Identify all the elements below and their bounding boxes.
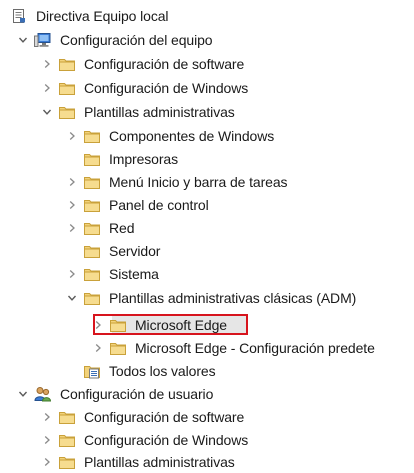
tree-node-label: Microsoft Edge - Configuración predete — [135, 339, 375, 356]
chevron-right-icon[interactable] — [65, 198, 79, 212]
tree-node-network[interactable]: Red — [0, 216, 414, 239]
tree-node-label: Menú Inicio y barra de tareas — [109, 173, 288, 190]
tree-node-user-config[interactable]: Configuración de usuario — [0, 382, 414, 405]
chevron-down-icon[interactable] — [16, 387, 30, 401]
tree-node-label: Configuración de Windows — [84, 79, 249, 96]
folder-icon — [58, 432, 76, 448]
chevron-right-icon[interactable] — [40, 433, 54, 447]
chevron-right-icon[interactable] — [65, 267, 79, 281]
tree-node-label: Red — [109, 219, 135, 236]
tree-node-microsoft-edge-defaults[interactable]: Microsoft Edge - Configuración predete — [0, 336, 414, 359]
chevron-right-icon[interactable] — [40, 57, 54, 71]
chevron-right-icon[interactable] — [65, 221, 79, 235]
tree-node-uc-windows[interactable]: Configuración de Windows — [0, 428, 414, 451]
tree-node-server[interactable]: Servidor — [0, 239, 414, 262]
tree-node-label: Componentes de Windows — [109, 127, 275, 144]
computer-icon — [34, 32, 52, 48]
chevron-right-icon[interactable] — [65, 129, 79, 143]
tree-node-label: Microsoft Edge — [135, 316, 227, 333]
tree-node-windows-components[interactable]: Componentes de Windows — [0, 124, 414, 147]
tree-node-label: Servidor — [109, 242, 161, 259]
chevron-right-icon[interactable] — [40, 81, 54, 95]
folder-icon — [83, 174, 101, 190]
folder-icon — [83, 151, 101, 167]
tree-node-computer-config[interactable]: Configuración del equipo — [0, 28, 414, 51]
folder-icon — [109, 340, 127, 356]
tree-node-cc-admin[interactable]: Plantillas administrativas — [0, 100, 414, 123]
tree-node-label: Configuración de software — [84, 408, 245, 425]
tree-node-label: Impresoras — [109, 150, 179, 167]
tree-node-label: Plantillas administrativas — [84, 103, 235, 120]
policy-document-icon — [10, 8, 28, 24]
tree-node-label: Panel de control — [109, 196, 209, 213]
folder-icon — [58, 80, 76, 96]
tree-node-all-settings[interactable]: Todos los valores — [0, 359, 414, 382]
folder-icon — [58, 409, 76, 425]
policy-tree: Directiva Equipo local Configuración del… — [0, 0, 414, 472]
tree-node-label: Plantillas administrativas clásicas (ADM… — [109, 289, 357, 306]
tree-node-classic-adm[interactable]: Plantillas administrativas clásicas (ADM… — [0, 286, 414, 309]
folder-icon — [83, 243, 101, 259]
chevron-down-icon[interactable] — [65, 291, 79, 305]
tree-node-label: Directiva Equipo local — [36, 7, 169, 24]
folder-icon — [58, 454, 76, 470]
chevron-right-icon[interactable] — [65, 175, 79, 189]
chevron-right-icon[interactable] — [91, 318, 105, 332]
tree-node-control-panel[interactable]: Panel de control — [0, 193, 414, 216]
chevron-right-icon[interactable] — [91, 341, 105, 355]
settings-list-icon — [83, 363, 101, 379]
tree-node-label: Configuración del equipo — [60, 31, 213, 48]
tree-node-label: Sistema — [109, 265, 159, 282]
folder-icon — [83, 128, 101, 144]
tree-node-label: Configuración de software — [84, 55, 245, 72]
folder-icon — [83, 290, 101, 306]
tree-node-printers[interactable]: Impresoras — [0, 147, 414, 170]
chevron-down-icon[interactable] — [40, 105, 54, 119]
tree-node-system[interactable]: Sistema — [0, 262, 414, 285]
tree-node-cc-software[interactable]: Configuración de software — [0, 52, 414, 75]
tree-node-cc-windows[interactable]: Configuración de Windows — [0, 76, 414, 99]
tree-node-label: Configuración de Windows — [84, 431, 249, 448]
tree-node-label: Configuración de usuario — [60, 385, 214, 402]
tree-node-label: Plantillas administrativas — [84, 453, 235, 470]
chevron-down-icon[interactable] — [16, 33, 30, 47]
folder-icon — [58, 104, 76, 120]
tree-node-start-menu[interactable]: Menú Inicio y barra de tareas — [0, 170, 414, 193]
tree-node-uc-admin[interactable]: Plantillas administrativas — [0, 450, 414, 473]
tree-node-root[interactable]: Directiva Equipo local — [0, 4, 414, 27]
chevron-right-icon[interactable] — [40, 455, 54, 469]
users-icon — [34, 386, 52, 402]
tree-node-label: Todos los valores — [109, 362, 216, 379]
folder-icon — [83, 220, 101, 236]
tree-node-uc-software[interactable]: Configuración de software — [0, 405, 414, 428]
chevron-right-icon[interactable] — [40, 410, 54, 424]
folder-icon — [83, 197, 101, 213]
tree-node-microsoft-edge[interactable]: Microsoft Edge — [0, 313, 414, 336]
folder-icon — [83, 266, 101, 282]
folder-icon — [109, 317, 127, 333]
folder-icon — [58, 56, 76, 72]
